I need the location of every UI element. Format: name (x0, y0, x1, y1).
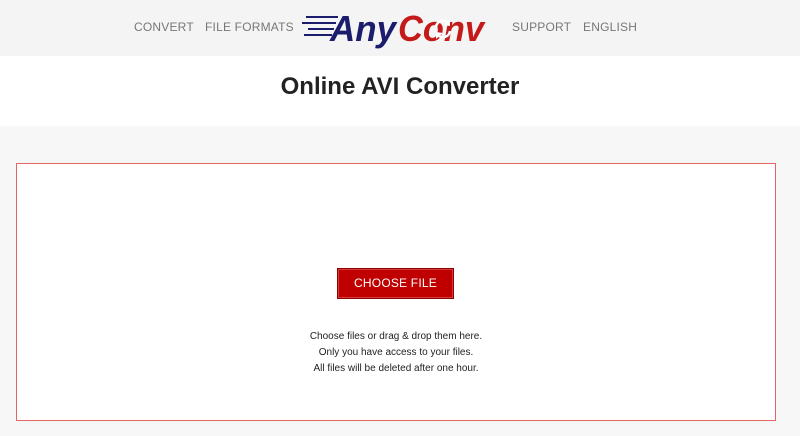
anyconv-logo[interactable]: Any Conv (300, 5, 488, 51)
nav-support-link[interactable]: SUPPORT (512, 20, 571, 34)
nav-language-link[interactable]: ENGLISH (583, 20, 637, 34)
choose-file-button[interactable]: CHOOSE FILE (337, 268, 454, 299)
dropzone-instruction: Choose files or drag & drop them here. (309, 331, 483, 342)
page-title: Online AVI Converter (280, 73, 520, 100)
privacy-note: Only you have access to your files. (318, 347, 474, 358)
logo-conv-text: Conv (398, 8, 486, 49)
nav-convert-link[interactable]: CONVERT (134, 20, 194, 34)
logo-any-text: Any (329, 8, 398, 49)
top-navbar: CONVERT FILE FORMATS Any Conv SUPPORT EN… (0, 0, 800, 56)
nav-file-formats-link[interactable]: FILE FORMATS (205, 20, 294, 34)
deletion-note: All files will be deleted after one hour… (313, 363, 479, 374)
